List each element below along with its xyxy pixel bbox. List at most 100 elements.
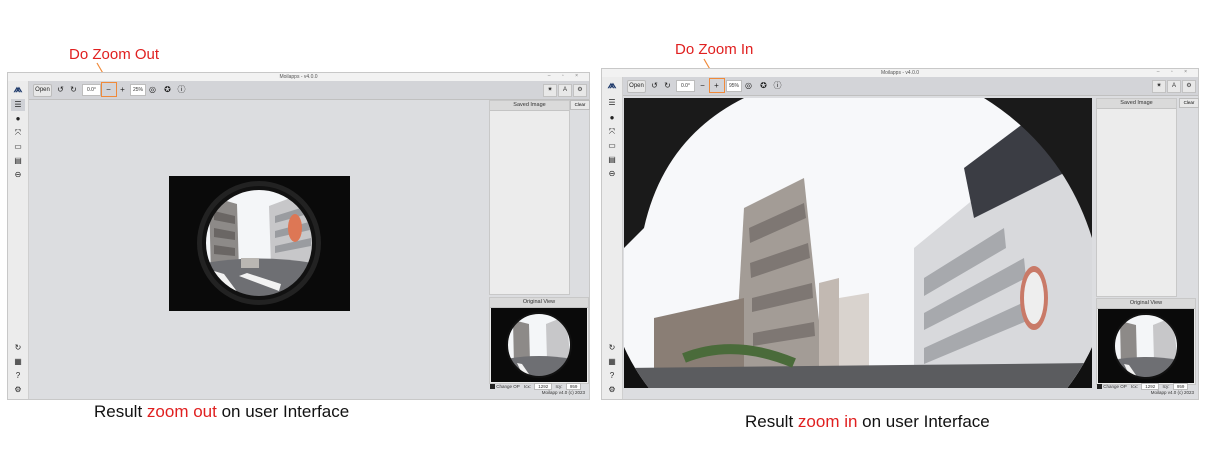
user-icon[interactable]: A <box>558 84 572 97</box>
document-icon[interactable]: ▤ <box>11 155 25 167</box>
saved-image-label: Saved Image <box>1097 99 1176 109</box>
zoom-in-annotation: Do Zoom In <box>675 41 754 58</box>
minus-circle-icon[interactable]: ⊖ <box>605 168 619 180</box>
saved-image-label: Saved Image <box>490 101 569 111</box>
rotate-right-icon[interactable]: ↻ <box>68 84 79 95</box>
rotation-field[interactable]: 0.0° <box>82 84 101 96</box>
settings-icon[interactable]: ⚙ <box>605 384 619 396</box>
window-title: Moilapps - v4.0.0 <box>602 69 1198 77</box>
toolbar: Open ↺ ↻ 0.0° − + 95% ◎ ✪ ⓘ ✷ A ⚙ <box>623 77 1198 96</box>
caption-text-end: on user Interface <box>216 402 350 421</box>
log-icon[interactable]: ▦ <box>11 356 25 368</box>
icy-field[interactable]: 959 <box>565 383 582 390</box>
menu-icon[interactable]: ☰ <box>11 99 25 111</box>
fisheye-image-small <box>169 176 350 311</box>
original-view-label: Original View <box>490 298 588 308</box>
zoom-in-icon[interactable]: + <box>117 84 128 95</box>
icy-field[interactable]: 959 <box>1172 383 1189 390</box>
info-icon[interactable]: ⓘ <box>772 80 783 91</box>
zoom-in-icon[interactable]: + <box>711 80 722 91</box>
rotation-field[interactable]: 0.0° <box>676 80 695 92</box>
app-window-zoom-out: Moilapps - v4.0.0 – ▫ × ⩕ ☰ ● ⤧ ▭ ▤ ⊖ ↻ … <box>7 72 590 400</box>
open-button[interactable]: Open <box>33 84 52 97</box>
fisheye-image-zoomed <box>624 98 1092 388</box>
icx-label: Icx: <box>523 384 531 389</box>
help-icon[interactable]: ? <box>605 370 619 382</box>
rotate-left-icon[interactable]: ↺ <box>55 84 66 95</box>
image-icon[interactable]: ▭ <box>11 141 25 153</box>
open-button[interactable]: Open <box>627 80 646 93</box>
icy-label: Icy: <box>555 384 563 389</box>
brightness-icon[interactable]: ✷ <box>1152 80 1166 93</box>
saved-image-panel: Saved Image <box>489 100 570 295</box>
original-view-thumbnail <box>491 308 587 382</box>
sidebar: ⩕ ☰ ● ⤧ ▭ ▤ ⊖ ↻ ▦ ? ⚙ <box>602 77 623 399</box>
app-logo-icon: ⩕ <box>13 83 23 95</box>
rotate-left-icon[interactable]: ↺ <box>649 80 660 91</box>
change-op-checkbox[interactable] <box>1097 384 1102 390</box>
original-view-label: Original View <box>1097 299 1195 309</box>
coordinate-bar: Change OP Icx: 1292 Icy: 959 <box>1097 383 1190 390</box>
change-op-label: Change OP <box>1103 384 1127 389</box>
camera-icon[interactable]: ● <box>605 112 619 124</box>
image-icon[interactable]: ▭ <box>605 140 619 152</box>
gear-icon[interactable]: ⚙ <box>1182 80 1196 93</box>
minus-circle-icon[interactable]: ⊖ <box>11 169 25 181</box>
saved-image-panel: Saved Image <box>1096 98 1177 297</box>
help-icon[interactable]: ? <box>11 370 25 382</box>
coordinate-bar: Change OP Icx: 1292 Icy: 959 <box>490 383 583 390</box>
refresh-icon[interactable]: ↻ <box>11 342 25 354</box>
crop-icon[interactable]: ⤧ <box>11 127 25 139</box>
sidebar: ⩕ ☰ ● ⤧ ▭ ▤ ⊖ ↻ ▦ ? ⚙ <box>8 81 29 399</box>
zoom-in-caption: Result zoom in on user Interface <box>745 412 990 432</box>
menu-icon[interactable]: ☰ <box>605 97 619 109</box>
zoom-out-icon[interactable]: − <box>697 80 708 91</box>
image-canvas[interactable] <box>30 100 487 388</box>
fit-icon[interactable]: ◎ <box>743 80 754 91</box>
window-controls[interactable]: – ▫ × <box>1157 69 1192 75</box>
version-label: Moilapp v4.0 (c) 2023 <box>541 390 585 395</box>
caption-highlight: zoom out <box>146 402 217 421</box>
settings-icon[interactable]: ⚙ <box>11 384 25 396</box>
capture-icon[interactable]: ✪ <box>758 80 769 91</box>
original-view-panel: Original View <box>1096 298 1196 385</box>
icy-label: Icy: <box>1162 384 1170 389</box>
gear-icon[interactable]: ⚙ <box>573 84 587 97</box>
log-icon[interactable]: ▦ <box>605 356 619 368</box>
original-view-thumbnail <box>1098 309 1194 383</box>
caption-text: Result <box>745 412 798 431</box>
change-op-label: Change OP <box>496 384 520 389</box>
zoom-value-field[interactable]: 25% <box>130 84 146 96</box>
zoom-value-field[interactable]: 95% <box>726 80 742 92</box>
icx-label: Icx: <box>1130 384 1138 389</box>
user-icon[interactable]: A <box>1167 80 1181 93</box>
capture-icon[interactable]: ✪ <box>162 84 173 95</box>
zoom-out-annotation: Do Zoom Out <box>69 46 160 63</box>
version-label: Moilapp v4.0 (c) 2023 <box>1150 390 1194 395</box>
app-window-zoom-in: Moilapps - v4.0.0 – ▫ × ⩕ ☰ ● ⤧ ▭ ▤ ⊖ ↻ … <box>601 68 1199 400</box>
rotate-right-icon[interactable]: ↻ <box>662 80 673 91</box>
toolbar: Open ↺ ↻ 0.0° − + 25% ◎ ✪ ⓘ ✷ A ⚙ <box>29 81 589 100</box>
caption-highlight: zoom in <box>797 412 858 431</box>
clear-button[interactable]: Clear <box>570 100 590 110</box>
crop-icon[interactable]: ⤧ <box>605 126 619 138</box>
caption-text: Result <box>94 402 147 421</box>
info-icon[interactable]: ⓘ <box>176 84 187 95</box>
image-canvas[interactable] <box>624 98 1092 388</box>
icx-field[interactable]: 1292 <box>534 383 553 390</box>
fit-icon[interactable]: ◎ <box>147 84 158 95</box>
caption-text-end: on user Interface <box>857 412 990 431</box>
refresh-icon[interactable]: ↻ <box>605 342 619 354</box>
clear-button[interactable]: Clear <box>1179 98 1199 108</box>
camera-icon[interactable]: ● <box>11 113 25 125</box>
icx-field[interactable]: 1292 <box>1141 383 1160 390</box>
zoom-out-caption: Result zoom out on user Interface <box>94 402 349 422</box>
window-title: Moilapps - v4.0.0 <box>8 73 589 81</box>
original-view-panel: Original View <box>489 297 589 384</box>
document-icon[interactable]: ▤ <box>605 154 619 166</box>
window-controls[interactable]: – ▫ × <box>548 73 583 79</box>
brightness-icon[interactable]: ✷ <box>543 84 557 97</box>
app-logo-icon: ⩕ <box>607 79 617 91</box>
change-op-checkbox[interactable] <box>490 384 495 390</box>
zoom-out-icon[interactable]: − <box>103 84 114 95</box>
